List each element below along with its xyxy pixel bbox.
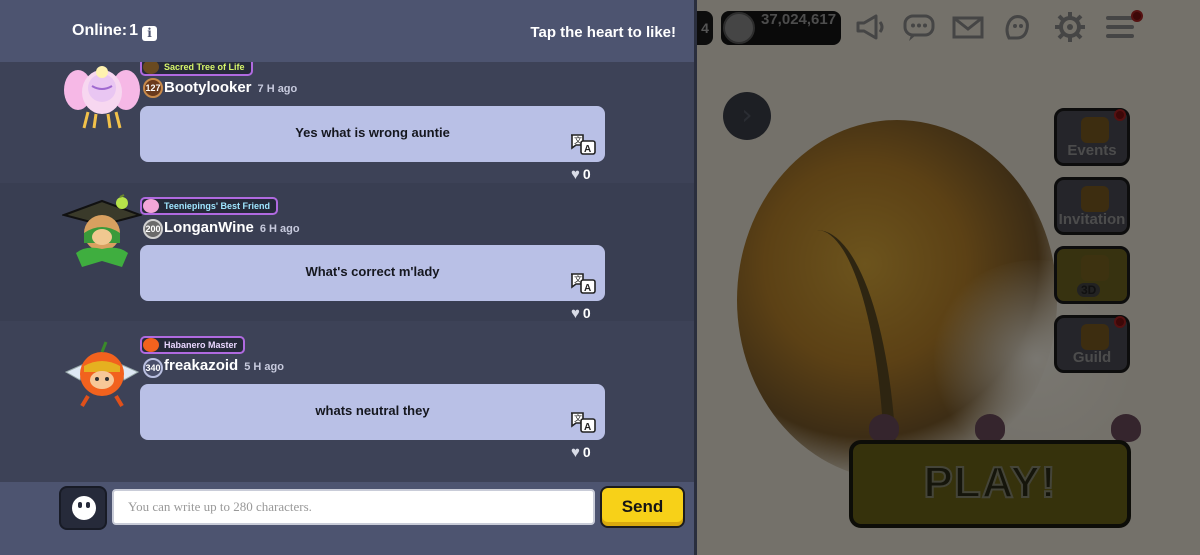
title-text: Sacred Tree of Life	[164, 62, 245, 72]
dim-overlay	[697, 0, 1200, 555]
translate-icon[interactable]: 文 A	[569, 132, 597, 156]
heart-icon[interactable]: ♥	[571, 166, 580, 183]
timestamp: 7 H ago	[257, 83, 298, 95]
online-count: 1	[129, 22, 139, 39]
message-bubble[interactable]: What's correct m'lady 文 A	[140, 245, 605, 301]
message-text: What's correct m'lady	[305, 264, 440, 279]
like-count: 0	[582, 444, 591, 460]
send-button[interactable]: Send	[600, 486, 685, 528]
list-item: Teeniepings' Best Friend 200 LonganWine 6…	[0, 183, 694, 322]
svg-text:A: A	[584, 144, 591, 155]
username-text: LonganWine	[164, 219, 254, 236]
screen: 4 37,024,617 ›	[0, 0, 1200, 555]
message-input[interactable]	[112, 489, 595, 525]
message-list[interactable]: Sacred Tree of Life 127 Bootylooker 7 H a…	[0, 62, 694, 482]
chat-panel: Online: 1 i Tap the heart to like! Sacre…	[0, 0, 697, 555]
list-item: Habanero Master 340 freakazoid 5 H ago wh…	[0, 322, 694, 461]
user-title-badge: Teeniepings' Best Friend	[140, 197, 278, 215]
username[interactable]: LonganWine 6 H ago	[164, 219, 300, 236]
emoji-button[interactable]	[59, 486, 107, 530]
like-counter[interactable]: ♥ 0	[571, 305, 591, 322]
like-counter[interactable]: ♥ 0	[571, 444, 591, 461]
message-text: Yes what is wrong auntie	[295, 125, 450, 140]
habanero-icon	[143, 338, 159, 352]
like-counter[interactable]: ♥ 0	[571, 166, 591, 183]
like-count: 0	[582, 305, 591, 321]
translate-icon[interactable]: 文 A	[569, 271, 597, 295]
title-text: Habanero Master	[164, 340, 238, 350]
heart-icon[interactable]: ♥	[571, 305, 580, 322]
username[interactable]: Bootylooker 7 H ago	[164, 79, 297, 96]
chat-header: Online: 1 i Tap the heart to like!	[0, 0, 694, 62]
translate-icon[interactable]: 文 A	[569, 410, 597, 434]
game-lobby: 4 37,024,617 ›	[697, 0, 1200, 555]
message-bubble[interactable]: Yes what is wrong auntie 文 A	[140, 106, 605, 162]
user-title-badge: Habanero Master	[140, 336, 246, 354]
heart-icon[interactable]: ♥	[571, 444, 580, 461]
message-text: whats neutral they	[315, 403, 430, 418]
avatar[interactable]	[60, 193, 144, 273]
username-text: Bootylooker	[164, 79, 252, 96]
list-item: Sacred Tree of Life 127 Bootylooker 7 H a…	[0, 62, 694, 183]
timestamp: 5 H ago	[244, 361, 284, 373]
username-text: freakazoid	[164, 357, 239, 374]
timestamp: 6 H ago	[259, 223, 300, 235]
level-badge: 127	[143, 78, 163, 98]
teenieping-icon	[143, 199, 159, 213]
level-badge: 340	[143, 358, 163, 378]
svg-text:A: A	[584, 422, 591, 433]
tree-icon	[143, 62, 159, 74]
user-title-badge: Sacred Tree of Life	[140, 62, 253, 76]
online-label: Online:	[72, 22, 128, 39]
like-hint: Tap the heart to like!	[530, 24, 676, 41]
message-bubble[interactable]: whats neutral they 文 A	[140, 384, 605, 440]
like-count: 0	[582, 166, 591, 182]
online-status: Online: 1 i	[72, 22, 158, 41]
svg-text:A: A	[584, 283, 591, 294]
smiley-icon	[72, 496, 96, 520]
avatar[interactable]	[62, 62, 142, 136]
title-text: Teeniepings' Best Friend	[164, 201, 270, 211]
info-icon[interactable]: i	[142, 26, 158, 41]
chat-composer: Send	[0, 482, 694, 555]
avatar[interactable]	[62, 334, 142, 414]
username[interactable]: freakazoid 5 H ago	[164, 357, 284, 374]
level-badge: 200	[143, 219, 163, 239]
